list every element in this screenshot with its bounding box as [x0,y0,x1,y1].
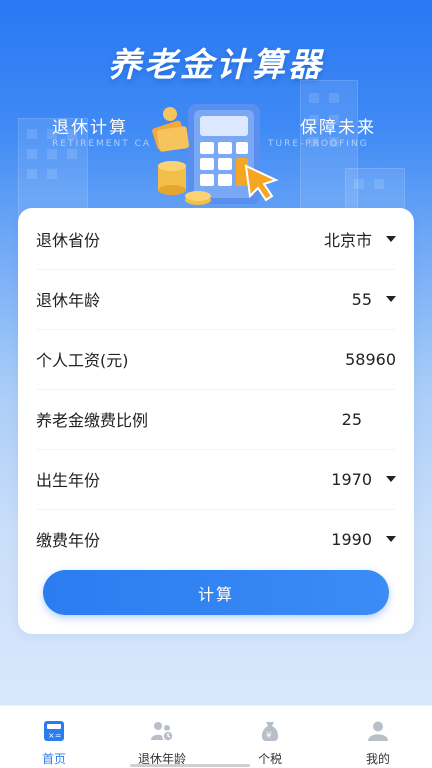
contribution-rate-row[interactable]: 养老金缴费比例 25 [36,399,396,439]
calculator-icon: ×= [42,720,66,742]
field-value: 25 [341,409,362,429]
field-value: 1990 [331,529,372,549]
field-value: 北京市 [323,231,372,250]
retire-age-row[interactable]: 退休年龄 55 [36,279,396,319]
caret-down-icon [386,296,396,302]
field-label: 退休年龄 [36,291,101,310]
caret-down-icon [386,536,396,542]
field-label: 养老金缴费比例 [36,411,149,430]
retire-age-select[interactable]: 55 [352,290,396,309]
field-label: 退休省份 [36,231,101,250]
divider [36,509,396,510]
field-value: 58960 [345,349,396,369]
user-icon [366,720,390,742]
salary-input[interactable]: 58960 [345,350,396,369]
birth-year-row[interactable]: 出生年份 1970 [36,459,396,499]
tab-label: 个税 [257,752,282,766]
divider [36,329,396,330]
tab-mine[interactable]: 我的 [324,706,432,768]
subtitle-right: 保障未来 [300,118,376,138]
form-card: 退休省份 北京市 退休年龄 55 个人工资(元) 58960 养老金缴费比例 2… [18,208,414,634]
province-select[interactable]: 北京市 [324,227,396,251]
tab-tax[interactable]: ¥ 个税 [216,706,324,768]
contribution-year-row[interactable]: 缴费年份 1990 [36,519,396,559]
field-label: 个人工资(元) [36,351,129,370]
divider [36,389,396,390]
subtitle-left-en: RETIREMENT CA [52,139,152,149]
birth-year-select[interactable]: 1970 [331,470,396,489]
svg-text:¥: ¥ [266,731,272,741]
field-value: 1970 [331,469,372,489]
people-icon [150,720,174,742]
money-bag-icon: ¥ [258,720,282,742]
tab-label: 首页 [41,752,66,766]
home-indicator [130,764,250,767]
retire-province-row[interactable]: 退休省份 北京市 [36,219,396,259]
field-label: 缴费年份 [36,531,101,550]
tab-label: 我的 [365,752,390,766]
page-title: 养老金计算器 [108,45,324,84]
caret-down-icon [386,476,396,482]
contribution-rate-input[interactable]: 25 [342,410,396,429]
divider [36,449,396,450]
tab-home[interactable]: ×= 首页 [0,706,108,768]
subtitle-left: 退休计算 [52,118,128,138]
field-label: 出生年份 [36,471,101,490]
caret-down-icon [386,236,396,242]
contribution-year-select[interactable]: 1990 [331,530,396,549]
calculate-button[interactable]: 计算 [43,570,389,615]
svg-text:×=: ×= [48,731,61,740]
calculator-illustration [152,104,279,205]
field-value: 55 [351,289,372,309]
salary-row[interactable]: 个人工资(元) 58960 [36,339,396,379]
divider [36,269,396,270]
tab-retire-age[interactable]: 退休年龄 [108,706,216,768]
bottom-tab-bar: ×= 首页 退休年龄 ¥ 个税 我的 [0,705,432,768]
